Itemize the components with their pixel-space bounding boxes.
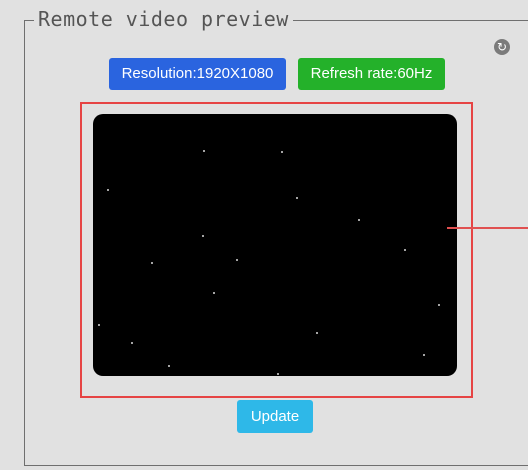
refresh-icon[interactable]: ↻ <box>494 39 510 55</box>
noise-dot <box>316 332 318 334</box>
remote-video-screen[interactable] <box>93 114 457 376</box>
refresh-rate-badge: Refresh rate:60Hz <box>298 58 445 90</box>
noise-dot <box>358 219 360 221</box>
noise-dot <box>236 259 238 261</box>
noise-dot <box>202 235 204 237</box>
resolution-badge: Resolution:1920X1080 <box>109 58 286 90</box>
noise-dot <box>404 249 406 251</box>
noise-dot <box>213 292 215 294</box>
noise-dot <box>98 324 100 326</box>
noise-dot <box>107 189 109 191</box>
preview-legend: Remote video preview <box>34 7 293 31</box>
video-preview-panel: Remote video preview ↻ Resolution:1920X1… <box>0 0 528 470</box>
noise-dot <box>296 197 298 199</box>
noise-dot <box>438 304 440 306</box>
noise-dot <box>131 342 133 344</box>
noise-dot <box>203 150 205 152</box>
noise-dot <box>423 354 425 356</box>
noise-dot <box>151 262 153 264</box>
noise-dot <box>277 373 279 375</box>
update-button[interactable]: Update <box>237 400 313 433</box>
noise-dot <box>281 151 283 153</box>
noise-dot <box>168 365 170 367</box>
callout-line <box>447 227 528 229</box>
